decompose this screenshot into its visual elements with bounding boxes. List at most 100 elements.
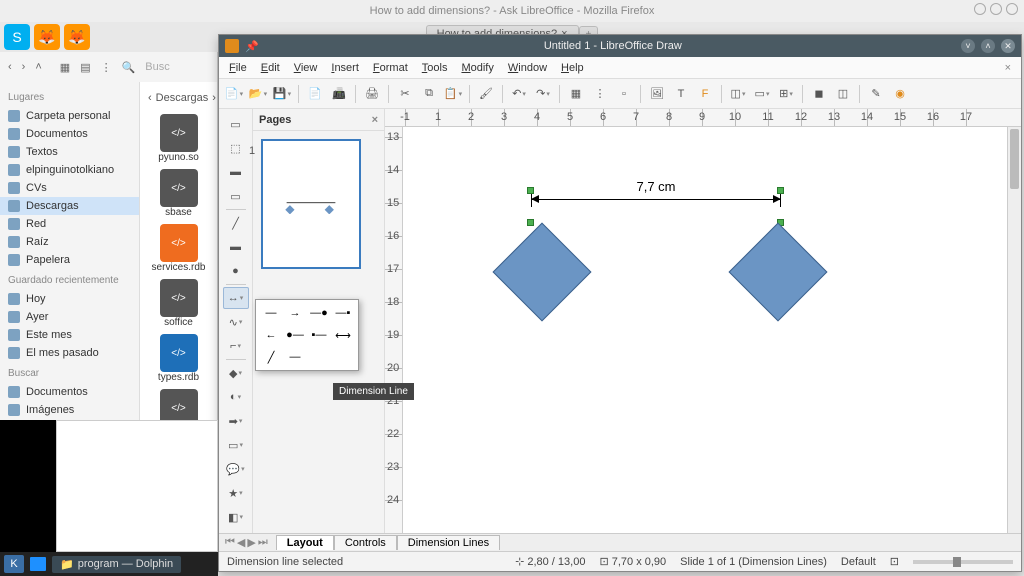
menu-file[interactable]: File [223, 60, 253, 76]
show-desktop-icon[interactable] [30, 557, 46, 571]
selection-handle[interactable] [777, 187, 784, 194]
arrange-button[interactable]: ▭▾ [751, 83, 773, 105]
snap-button[interactable]: ▫ [613, 83, 635, 105]
dimension-line[interactable]: ⟷ [334, 328, 352, 342]
line45[interactable]: ╱ [262, 350, 280, 364]
file-item[interactable]: </>types.rdb [144, 334, 213, 383]
clone-format-button[interactable]: 🖌 [475, 83, 497, 105]
file-item[interactable]: </>sbase [144, 169, 213, 218]
select-tool[interactable]: ▭ [223, 113, 249, 135]
save-button[interactable]: 💾▾ [271, 83, 293, 105]
firefox-launcher[interactable]: 🦊 [34, 24, 60, 50]
line-free[interactable]: — [286, 350, 304, 364]
paste-button[interactable]: 📋▾ [442, 83, 464, 105]
arrow-square-end[interactable]: —▪ [334, 306, 352, 320]
taskbar-entry-dolphin[interactable]: 📁 program — Dolphin [52, 556, 181, 573]
symbol-shapes-tool[interactable]: ◐▾ [223, 386, 249, 408]
place-item[interactable]: Ayer [0, 308, 139, 326]
edit-points-button[interactable]: ✎ [865, 83, 887, 105]
maximize-icon[interactable] [990, 3, 1002, 15]
print-button[interactable]: 🖨 [361, 83, 383, 105]
place-item[interactable]: Este mes [0, 326, 139, 344]
menu-insert[interactable]: Insert [325, 60, 365, 76]
place-item[interactable]: Raíz [0, 233, 139, 251]
place-item[interactable]: CVs [0, 179, 139, 197]
minimize-icon[interactable] [974, 3, 986, 15]
breadcrumb[interactable]: ‹ Descargas › [140, 88, 217, 108]
terminal-window-stub[interactable] [0, 420, 56, 552]
open-button[interactable]: 📂▾ [247, 83, 269, 105]
callout-tool[interactable]: 💬▾ [223, 458, 249, 480]
place-item[interactable]: Carpeta personal [0, 107, 139, 125]
search-input[interactable]: Busc [145, 61, 169, 73]
place-item[interactable]: El mes pasado [0, 344, 139, 362]
arrow-start[interactable]: ← [262, 328, 280, 342]
curve-tool[interactable]: ∿▾ [223, 311, 249, 333]
zoom-tool[interactable]: ⬚ [223, 137, 249, 159]
selection-handle[interactable] [527, 187, 534, 194]
distribute-button[interactable]: ⊞▾ [775, 83, 797, 105]
place-item[interactable]: Documentos [0, 383, 139, 401]
copy-button[interactable]: ⧉ [418, 83, 440, 105]
maximize-button[interactable]: ˄ [981, 39, 995, 53]
place-item[interactable]: Hoy [0, 290, 139, 308]
menu-close-doc[interactable]: × [999, 62, 1017, 74]
layer-tab[interactable]: Controls [334, 535, 397, 550]
fill-color-tool[interactable]: ▭ [223, 185, 249, 207]
zoom-fit-button[interactable]: ⊡ [890, 555, 899, 568]
rect-tool[interactable]: ▬ [223, 236, 249, 258]
align-button[interactable]: ◫▾ [727, 83, 749, 105]
back-button[interactable]: ‹ [8, 61, 12, 73]
3d-tool[interactable]: ◧▾ [223, 506, 249, 528]
place-item[interactable]: elpinguinotolkiano [0, 161, 139, 179]
textbox-button[interactable]: T [670, 83, 692, 105]
next-page-button[interactable]: ▶ [247, 536, 255, 549]
file-item[interactable]: </>pyuno.so [144, 114, 213, 163]
place-item[interactable]: Descargas [0, 197, 139, 215]
fontwork-button[interactable]: F [694, 83, 716, 105]
arrow-end[interactable]: → [286, 306, 304, 320]
lines-arrows-tool[interactable]: ↔▾ [223, 287, 249, 309]
redo-button[interactable]: ↷▾ [532, 83, 554, 105]
new-doc-button[interactable]: 📄▾ [223, 83, 245, 105]
line-tool[interactable]: ╱ [223, 212, 249, 234]
forward-button[interactable]: › [22, 61, 26, 73]
helplines-button[interactable]: ⋮ [589, 83, 611, 105]
start-button[interactable]: K [4, 555, 24, 573]
drawing-canvas[interactable]: 7,7 cm [403, 127, 1007, 533]
file-item[interactable]: </>services.rdb [144, 224, 213, 273]
vertical-scrollbar[interactable] [1007, 127, 1021, 533]
first-page-button[interactable]: ⏮ [225, 536, 235, 549]
place-item[interactable]: Red [0, 215, 139, 233]
shape-diamond[interactable] [729, 223, 828, 322]
crop-button[interactable]: ◫ [832, 83, 854, 105]
close-button[interactable]: ✕ [1001, 39, 1015, 53]
block-arrows-tool[interactable]: ➡▾ [223, 410, 249, 432]
menu-edit[interactable]: Edit [255, 60, 286, 76]
shadow-button[interactable]: ◼ [808, 83, 830, 105]
pin-icon[interactable]: 📌 [245, 40, 259, 53]
menu-view[interactable]: View [288, 60, 324, 76]
prev-page-button[interactable]: ◀ [237, 536, 245, 549]
export-pdf-button[interactable]: 📄 [304, 83, 326, 105]
connector-tool[interactable]: ⌐▾ [223, 335, 249, 357]
skype-launcher[interactable]: S [4, 24, 30, 50]
shape-diamond[interactable] [493, 223, 592, 322]
menu-help[interactable]: Help [555, 60, 590, 76]
image-button[interactable]: 🖼 [646, 83, 668, 105]
stars-tool[interactable]: ★▾ [223, 482, 249, 504]
cut-button[interactable]: ✂ [394, 83, 416, 105]
close-panel-icon[interactable]: × [372, 114, 378, 126]
place-item[interactable]: Papelera [0, 251, 139, 269]
place-item[interactable]: Textos [0, 143, 139, 161]
search-icon[interactable]: 🔍 [122, 61, 136, 74]
layer-tab[interactable]: Layout [276, 535, 334, 550]
minimize-button[interactable]: ˅ [961, 39, 975, 53]
flowchart-tool[interactable]: ▭▾ [223, 434, 249, 456]
file-item[interactable]: </>soffice [144, 279, 213, 328]
menu-window[interactable]: Window [502, 60, 553, 76]
place-item[interactable]: Documentos [0, 125, 139, 143]
blank-window-stub[interactable] [56, 420, 218, 552]
undo-button[interactable]: ↶▾ [508, 83, 530, 105]
zoom-slider[interactable] [913, 560, 1013, 564]
